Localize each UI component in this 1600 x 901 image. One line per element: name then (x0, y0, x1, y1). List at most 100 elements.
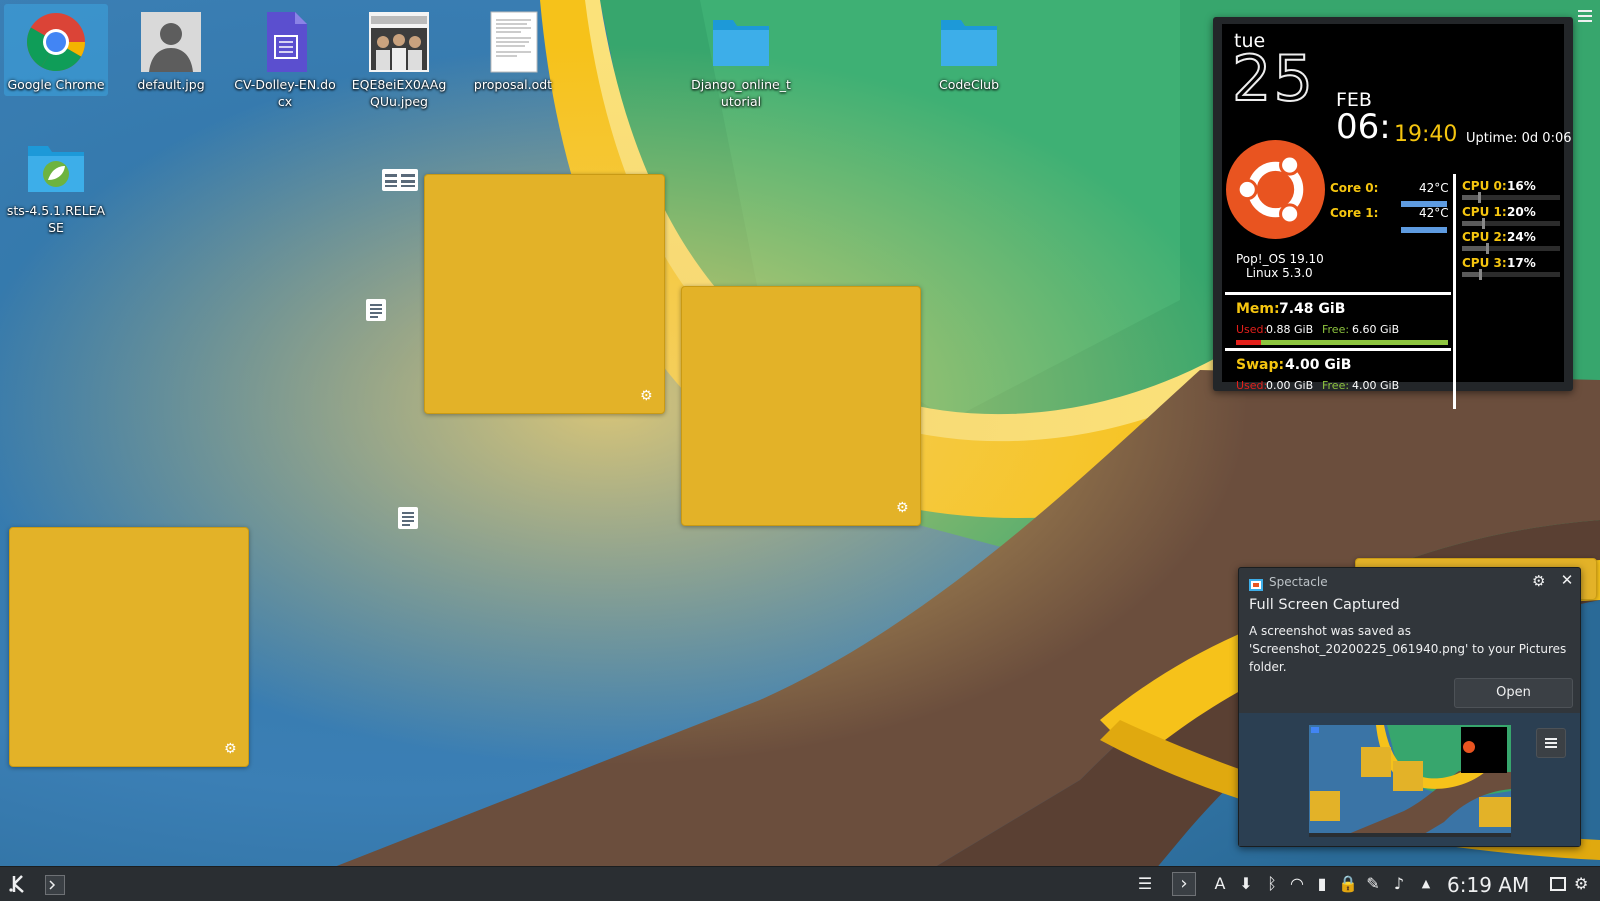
cpu-bar-fill (1462, 195, 1478, 200)
notification-body-line: A screenshot was saved as (1249, 624, 1411, 638)
swap-used: 0.00 GiB (1266, 379, 1314, 392)
cpu-label: CPU 2: (1462, 230, 1507, 244)
divider (1453, 174, 1456, 409)
notification-body: A screenshot was saved as 'Screenshot_20… (1249, 622, 1566, 676)
divider (1225, 292, 1451, 295)
cpu-bar-fill (1462, 271, 1479, 277)
image-file-icon (139, 10, 203, 74)
desktop-icon-label: default.jpg (137, 77, 205, 92)
arrow-icon[interactable]: › (1172, 872, 1196, 896)
keyboard-layout-icon[interactable]: A (1211, 875, 1229, 893)
taskbar-panel: ☰ › A ⬇ ᛒ ◠ ▮ 🔒 ✎ ♪ ▲ 6:19 AM ⚙ (0, 866, 1600, 901)
desktop-icon-sts-folder[interactable]: sts-4.5.1.RELEASE (4, 130, 108, 236)
menu-button[interactable] (1536, 728, 1566, 758)
date-label: 25 (1231, 42, 1315, 115)
text-document-icon (481, 10, 545, 74)
screenshot-thumbnail[interactable] (1309, 725, 1511, 837)
core0-temp: 42°C (1419, 181, 1449, 195)
gear-icon[interactable]: ⚙ (640, 389, 654, 403)
swap-used-label: Used: (1236, 379, 1268, 392)
desktop-icon-label: CV-Dolley-EN.docx (234, 77, 336, 109)
note-handle-icon[interactable] (397, 506, 419, 534)
mem-label: Mem: (1236, 301, 1280, 317)
cpu-value: 17% (1507, 255, 1536, 270)
updates-icon[interactable]: ⬇ (1237, 875, 1255, 893)
time-label: 19:40 (1394, 122, 1458, 147)
gear-icon[interactable]: ⚙ (224, 742, 238, 756)
volume-icon[interactable]: ♪ (1390, 875, 1408, 893)
battery-icon[interactable]: ▮ (1313, 875, 1331, 893)
desktop-icon-label: sts-4.5.1.RELEASE (6, 203, 106, 235)
folder-icon (709, 10, 773, 74)
notification-title: Full Screen Captured (1249, 597, 1400, 613)
desktop-icon-django-folder[interactable]: Django_online_tutorial (689, 4, 793, 110)
sticky-note[interactable]: ⚙ (424, 174, 665, 414)
panel-settings-icon[interactable]: ⚙ (1574, 875, 1592, 893)
mem-used-label: Used: (1236, 323, 1268, 336)
hour-label: 06: (1336, 107, 1391, 147)
widget-handle-icon[interactable] (381, 168, 419, 196)
desktop-icon-proposal-odt[interactable]: proposal.odt (461, 4, 565, 93)
cpu-value: 24% (1507, 230, 1536, 244)
folder-icon (24, 136, 88, 200)
desktop-icon-google-chrome[interactable]: Google Chrome (4, 4, 108, 96)
notes-icon[interactable]: ☰ (1136, 875, 1154, 893)
kernel-label: Linux 5.3.0 (1246, 266, 1313, 280)
cpu-value: 20% (1507, 204, 1536, 219)
kde-launcher-icon[interactable] (8, 873, 30, 895)
swap-free-label: Free: (1322, 379, 1350, 392)
notification-popup: Spectacle ⚙ ✕ Full Screen Captured A scr… (1238, 567, 1581, 847)
screenshot-thumbnail-area (1239, 713, 1580, 846)
cpu-bar (1462, 243, 1560, 254)
close-icon[interactable]: ✕ (1559, 572, 1575, 588)
terminal-icon[interactable] (45, 875, 65, 895)
cpu-bar-fill (1462, 220, 1482, 226)
cpu-bar-marker (1482, 217, 1485, 229)
notification-body-line: folder. (1249, 660, 1287, 674)
desktop-icon-label: Django_online_tutorial (691, 77, 791, 109)
desktop-toolbox-icon[interactable] (1578, 8, 1594, 22)
swap-total: 4.00 GiB (1285, 357, 1352, 373)
core1-temp-bar (1401, 227, 1447, 233)
notification-app-name: Spectacle (1269, 575, 1328, 589)
lock-icon[interactable]: 🔒 (1338, 875, 1358, 893)
wifi-icon[interactable]: ◠ (1288, 875, 1306, 893)
cpu-bar-marker (1479, 268, 1482, 280)
open-button[interactable]: Open (1454, 678, 1573, 708)
expand-tray-icon[interactable]: ▲ (1417, 875, 1435, 893)
cpu-bar-fill (1462, 246, 1486, 251)
sticky-note[interactable]: ⚙ (9, 527, 249, 767)
hamburger-icon (1545, 738, 1557, 748)
cpu-bar (1462, 268, 1560, 280)
settings-gear-icon[interactable]: ⚙ (1532, 573, 1548, 589)
desktop-icon-cv-dolley-docx[interactable]: CV-Dolley-EN.docx (233, 4, 337, 110)
mem-used: 0.88 GiB (1266, 323, 1314, 336)
cpu-bar (1462, 217, 1560, 229)
cpu-label: CPU 0: (1462, 179, 1507, 193)
desktop-icon-eqe8-jpeg[interactable]: EQE8eiEX0AAgQUu.jpeg (347, 4, 451, 110)
sticky-note[interactable]: ⚙ (681, 286, 921, 526)
note-handle-icon[interactable] (365, 298, 387, 326)
clipboard-icon[interactable]: ✎ (1364, 875, 1382, 893)
bluetooth-icon[interactable]: ᛒ (1263, 875, 1281, 893)
desktop-icon-codeclub-folder[interactable]: CodeClub (917, 4, 1021, 93)
os-label: Pop!_OS 19.10 (1236, 252, 1324, 266)
panel-clock[interactable]: 6:19 AM (1447, 873, 1529, 897)
gear-icon[interactable]: ⚙ (896, 501, 910, 515)
mem-free: 6.60 GiB (1352, 323, 1400, 336)
desktop-icon-label: proposal.odt (473, 77, 553, 92)
image-file-icon (367, 10, 431, 74)
mem-total: 7.48 GiB (1279, 301, 1346, 317)
show-desktop-icon[interactable] (1550, 877, 1566, 891)
cpu-bar-marker (1486, 243, 1489, 254)
folder-icon (937, 10, 1001, 74)
desktop-icon-label: CodeClub (938, 77, 1000, 92)
core1-temp: 42°C (1419, 206, 1449, 220)
desktop-icon-default-jpg[interactable]: default.jpg (119, 4, 223, 93)
uptime-label: Uptime: 0d 0:06 (1466, 131, 1572, 146)
cpu-bar (1462, 192, 1560, 203)
swap-free: 4.00 GiB (1352, 379, 1400, 392)
divider (1225, 348, 1451, 351)
notification-body-line: 'Screenshot_20200225_061940.png' to your… (1249, 642, 1567, 656)
cpu-bar-marker (1478, 192, 1481, 203)
